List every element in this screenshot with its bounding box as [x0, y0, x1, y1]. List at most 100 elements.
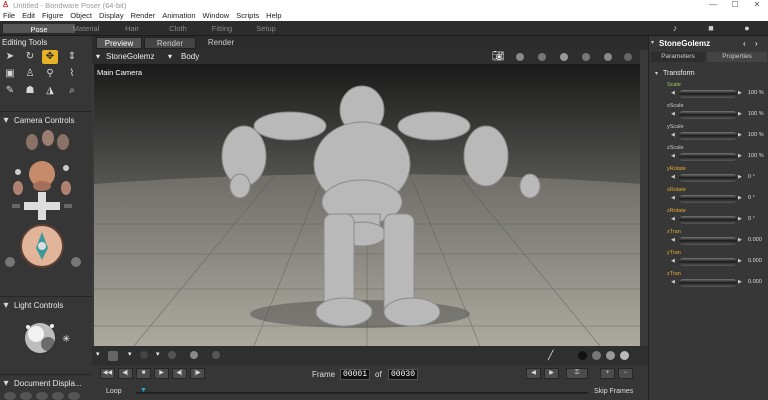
translate-in-out-icon[interactable]: ⇕ [64, 50, 80, 64]
3d-viewport[interactable]: Main Camera [94, 64, 640, 346]
loop-label[interactable]: Loop [106, 388, 122, 395]
menu-render[interactable]: Render [131, 11, 156, 20]
direct-manipulation-icon[interactable]: ⌕ [64, 84, 80, 98]
key-icon[interactable]: ⚿ [566, 368, 588, 379]
fly-camera-icon[interactable] [538, 53, 546, 61]
display-style-icon[interactable] [36, 392, 48, 400]
depth-cue-icon[interactable] [190, 351, 198, 359]
menu-file[interactable]: File [3, 11, 15, 20]
figure-dropdown-arrow-icon[interactable]: ▾ [96, 51, 100, 63]
increment-arrow-icon[interactable]: ▶ [738, 90, 742, 96]
taper-tool-icon[interactable]: ♙ [22, 67, 38, 81]
param-value[interactable]: 0.000 [748, 258, 762, 264]
tab-parameters[interactable]: Parameters [651, 52, 705, 62]
increment-arrow-icon[interactable]: ▶ [738, 153, 742, 159]
prev-frame-button[interactable]: ◀ [526, 368, 541, 379]
param-value[interactable]: 100 % [748, 111, 764, 117]
timeline-scrubber[interactable]: ▼ [140, 387, 147, 394]
decrement-arrow-icon[interactable]: ◀ [671, 153, 675, 159]
expand-arrow-icon[interactable]: ▾ [0, 114, 12, 128]
current-frame-field[interactable]: 00001 [340, 369, 371, 380]
param-dial[interactable] [679, 258, 737, 266]
display-mode-icon[interactable] [606, 351, 615, 360]
display-mode-icon[interactable] [592, 351, 601, 360]
library-icon[interactable]: ■ [704, 23, 718, 34]
param-value[interactable]: 0 ° [748, 174, 755, 180]
param-dial[interactable] [679, 174, 737, 182]
display-style-icon[interactable] [20, 392, 32, 400]
param-value[interactable]: 0.000 [748, 279, 762, 285]
increment-arrow-icon[interactable]: ▶ [738, 216, 742, 222]
tab-render[interactable]: Render [144, 37, 196, 49]
chain-break-icon[interactable]: ⚲ [42, 67, 58, 81]
display-style-icon[interactable] [52, 392, 64, 400]
param-dial[interactable] [679, 279, 737, 287]
grouping-tool-icon[interactable]: ☗ [22, 84, 38, 98]
rotate-tool-icon[interactable]: ↻ [22, 50, 38, 64]
first-frame-button[interactable]: ◀◀ [100, 368, 115, 379]
step-back-button[interactable]: ◀| [172, 368, 187, 379]
play-button[interactable]: ▶ [154, 368, 169, 379]
actor-dropdown-arrow-icon[interactable]: ▾ [168, 51, 172, 63]
translate-tool-icon[interactable]: ✥ [42, 50, 58, 64]
background-color-icon[interactable] [140, 351, 148, 359]
settings-icon[interactable] [624, 53, 632, 61]
decrement-arrow-icon[interactable]: ◀ [671, 174, 675, 180]
increment-arrow-icon[interactable]: ▶ [738, 258, 742, 264]
dropdown-arrow-icon[interactable]: ▾ [128, 349, 132, 361]
display-mode-icon[interactable] [578, 351, 587, 360]
decrement-arrow-icon[interactable]: ◀ [671, 90, 675, 96]
stop-button[interactable]: ■ [136, 368, 151, 379]
skip-frames-label[interactable]: Skip Frames [594, 388, 633, 395]
param-value[interactable]: 100 % [748, 90, 764, 96]
next-frame-button[interactable]: ▶ [544, 368, 559, 379]
increment-arrow-icon[interactable]: ▶ [738, 174, 742, 180]
dropdown-arrow-icon[interactable]: ▾ [96, 349, 100, 361]
param-value[interactable]: 0 ° [748, 195, 755, 201]
light-controls-sphere[interactable]: ✳ [18, 318, 78, 358]
morph-tool-icon[interactable]: ◮ [42, 84, 58, 98]
menu-window[interactable]: Window [203, 11, 230, 20]
figure-name[interactable]: StoneGolemz [659, 39, 710, 48]
minimize-button[interactable]: — [702, 0, 724, 10]
param-dial[interactable] [679, 132, 737, 140]
remove-key-button[interactable]: − [618, 368, 633, 379]
camera-label[interactable]: Main Camera [97, 68, 142, 77]
decrement-arrow-icon[interactable]: ◀ [671, 216, 675, 222]
scale-tool-icon[interactable]: ▣ [2, 67, 18, 81]
param-dial[interactable] [679, 153, 737, 161]
increment-arrow-icon[interactable]: ▶ [738, 279, 742, 285]
expand-arrow-icon[interactable]: ▾ [0, 377, 12, 391]
transform-group-title[interactable]: Transform [663, 70, 695, 77]
menu-display[interactable]: Display [99, 11, 124, 20]
twist-tool-icon[interactable]: ⌇ [64, 67, 80, 81]
community-icon[interactable]: ● [740, 23, 754, 34]
render-preview-icon[interactable] [516, 53, 524, 61]
param-dial[interactable] [679, 195, 737, 203]
close-button[interactable]: ✕ [746, 0, 768, 10]
tab-properties[interactable]: Properties [707, 52, 767, 62]
display-style-icon[interactable] [4, 392, 16, 400]
last-frame-button[interactable]: |▶ [190, 368, 205, 379]
maximize-button[interactable]: ☐ [724, 0, 746, 10]
dropdown-arrow-icon[interactable]: ▾ [156, 349, 160, 361]
select-tool-icon[interactable]: ➤ [2, 50, 18, 64]
param-dial[interactable] [679, 90, 737, 98]
menu-animation[interactable]: Animation [162, 11, 195, 20]
decrement-arrow-icon[interactable]: ◀ [671, 111, 675, 117]
param-dial[interactable] [679, 237, 737, 245]
ground-color-icon[interactable] [108, 351, 118, 361]
increment-arrow-icon[interactable]: ▶ [738, 195, 742, 201]
menu-edit[interactable]: Edit [22, 11, 35, 20]
decrement-arrow-icon[interactable]: ◀ [671, 258, 675, 264]
param-value[interactable]: 100 % [748, 132, 764, 138]
shadow-color-icon[interactable] [168, 351, 176, 359]
increment-arrow-icon[interactable]: ▶ [738, 132, 742, 138]
tab-hair[interactable]: Hair [106, 23, 158, 34]
increment-arrow-icon[interactable]: ▶ [738, 237, 742, 243]
decrement-arrow-icon[interactable]: ◀ [671, 195, 675, 201]
shading-icon[interactable] [560, 53, 568, 61]
ground-shadow-icon[interactable] [604, 53, 612, 61]
texture-icon[interactable] [582, 53, 590, 61]
menu-help[interactable]: Help [266, 11, 281, 20]
